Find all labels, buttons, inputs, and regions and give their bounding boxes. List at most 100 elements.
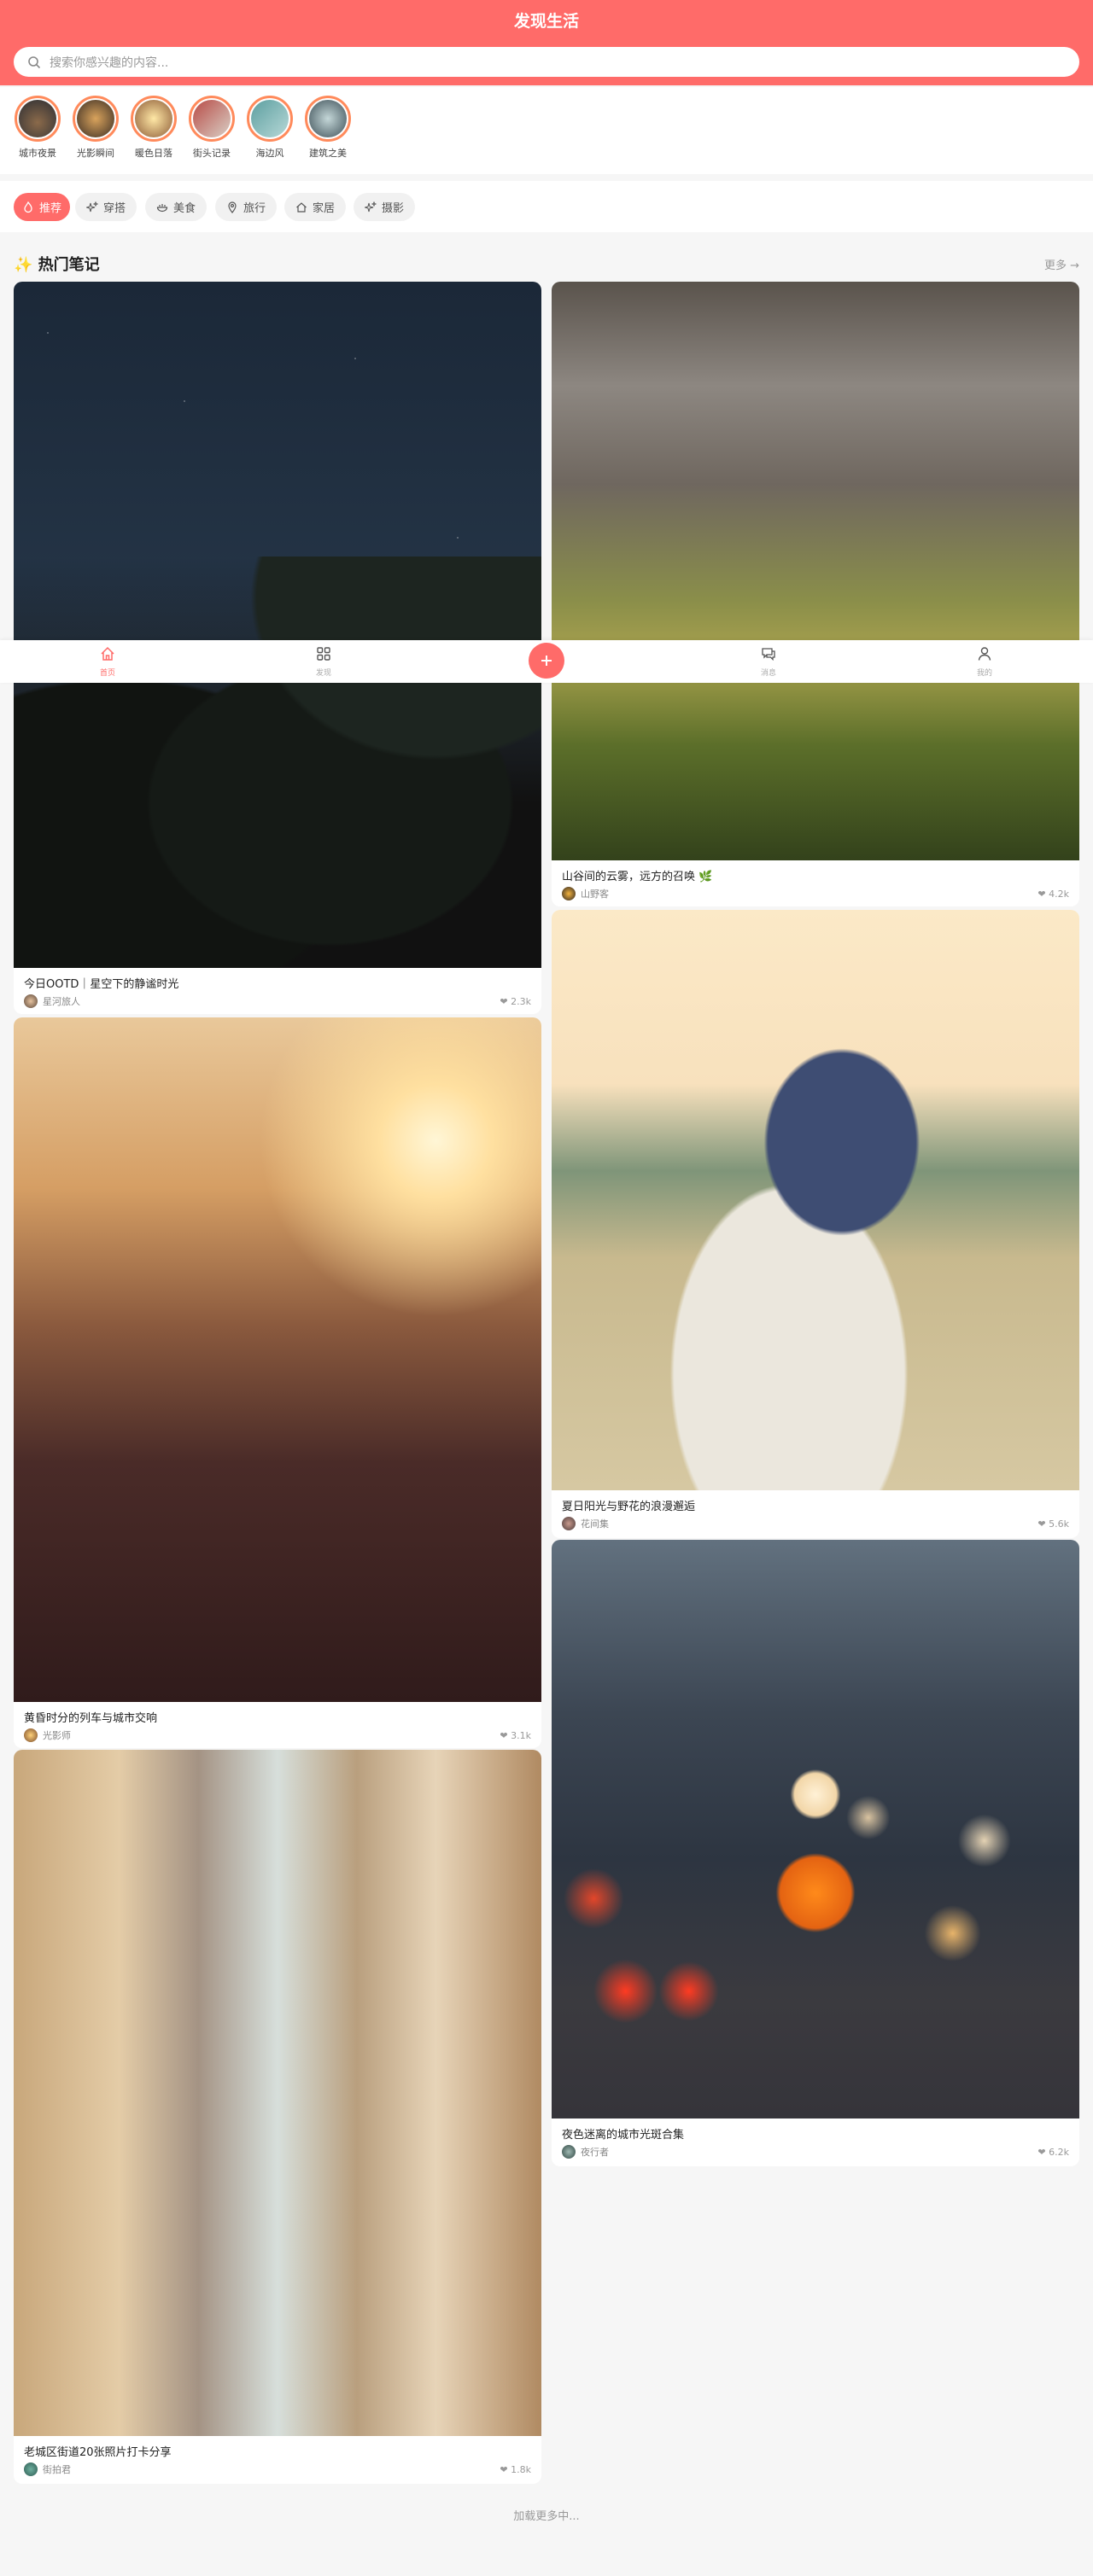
card-image[interactable] bbox=[552, 1540, 1079, 2118]
nav-discover[interactable]: 发现 bbox=[289, 645, 358, 678]
sparkle-icon bbox=[364, 201, 377, 212]
card-image[interactable] bbox=[14, 282, 541, 968]
home-icon bbox=[101, 646, 114, 661]
author-name[interactable]: 山野客 bbox=[581, 887, 609, 900]
page-title: 发现生活 bbox=[513, 12, 579, 31]
like-count[interactable]: ❤ 4.2k bbox=[1037, 889, 1069, 900]
story-item[interactable]: 街头记录 bbox=[183, 96, 241, 160]
story-avatar[interactable] bbox=[15, 96, 61, 142]
fire-icon bbox=[24, 201, 32, 213]
author-avatar[interactable] bbox=[24, 994, 38, 1008]
story-avatar[interactable] bbox=[305, 96, 351, 142]
story-item[interactable]: 建筑之美 bbox=[299, 96, 357, 160]
tab-home[interactable]: 家居 bbox=[284, 193, 346, 221]
note-card[interactable]: 黄昏时分的列车与城市交响 光影师 ❤ 3.1k bbox=[14, 1017, 541, 1748]
story-avatar[interactable] bbox=[247, 96, 293, 142]
location-icon bbox=[228, 201, 237, 213]
card-image[interactable] bbox=[14, 1017, 541, 1702]
story-avatar[interactable] bbox=[73, 96, 119, 142]
load-more-text: 加载更多中... bbox=[513, 2510, 580, 2523]
nav-home[interactable]: 首页 bbox=[73, 645, 142, 678]
note-card[interactable]: 老城区街道20张照片打卡分享 街拍君 ❤ 1.8k bbox=[14, 1750, 541, 2484]
story-avatar[interactable] bbox=[131, 96, 177, 142]
note-card[interactable]: 夜色迷离的城市光斑合集 夜行者 ❤ 6.2k bbox=[552, 1540, 1079, 2166]
plus-icon bbox=[541, 656, 552, 666]
tab-photography[interactable]: 摄影 bbox=[354, 193, 415, 221]
like-count[interactable]: ❤ 6.2k bbox=[1037, 2147, 1069, 2158]
tab-label: 推荐 bbox=[38, 202, 61, 215]
author-avatar[interactable] bbox=[562, 2145, 576, 2159]
card-meta: 山野客 ❤ 4.2k bbox=[562, 886, 1069, 901]
author-name[interactable]: 夜行者 bbox=[581, 2145, 609, 2159]
card-title: 夏日阳光与野花的浪漫邂逅 bbox=[562, 1501, 696, 1513]
story-label: 建筑之美 bbox=[309, 148, 347, 159]
card-meta: 星河旅人 ❤ 2.3k bbox=[24, 994, 531, 1009]
like-count[interactable]: ❤ 1.8k bbox=[500, 2464, 531, 2475]
author-avatar[interactable] bbox=[24, 2462, 38, 2476]
like-count[interactable]: ❤ 3.1k bbox=[500, 1730, 531, 1741]
card-meta: 街拍君 ❤ 1.8k bbox=[24, 2462, 531, 2477]
search-input[interactable]: 搜索你感兴趣的内容... bbox=[50, 54, 168, 71]
tab-food[interactable]: 美食 bbox=[145, 193, 207, 221]
story-item[interactable]: 海边风 bbox=[241, 96, 299, 160]
section-title: ✨ 热门笔记 bbox=[14, 256, 100, 274]
story-item[interactable]: 暖色日落 bbox=[125, 96, 183, 160]
story-avatar[interactable] bbox=[189, 96, 235, 142]
tab-label: 旅行 bbox=[243, 202, 266, 215]
author-name[interactable]: 光影师 bbox=[43, 1728, 71, 1742]
card-meta: 光影师 ❤ 3.1k bbox=[24, 1728, 531, 1743]
tab-recommend[interactable]: 推荐 bbox=[14, 193, 70, 221]
story-label: 海边风 bbox=[255, 148, 284, 159]
author-name[interactable]: 街拍君 bbox=[43, 2462, 71, 2476]
card-meta: 夜行者 ❤ 6.2k bbox=[562, 2144, 1069, 2159]
home-icon bbox=[296, 201, 307, 213]
tab-label: 美食 bbox=[172, 202, 196, 215]
category-bar: 推荐 穿搭 美食 旅行 家居 摄影 bbox=[0, 181, 1093, 232]
tab-label: 穿搭 bbox=[102, 202, 126, 215]
story-label: 暖色日落 bbox=[135, 148, 172, 159]
story-label: 光影瞬间 bbox=[77, 148, 114, 159]
nav-messages[interactable]: 消息 bbox=[734, 645, 803, 678]
like-count[interactable]: ❤ 5.6k bbox=[1037, 1518, 1069, 1530]
author-avatar[interactable] bbox=[24, 1728, 38, 1742]
sparkle-icon bbox=[85, 201, 98, 212]
app-header: 发现生活 搜索你感兴趣的内容... bbox=[0, 0, 1093, 85]
nav-label: 首页 bbox=[99, 669, 115, 678]
card-title: 今日OOTD｜星空下的静谧时光 bbox=[24, 978, 179, 991]
note-card[interactable]: 夏日阳光与野花的浪漫邂逅 花间集 ❤ 5.6k bbox=[552, 910, 1079, 1538]
search-icon bbox=[28, 55, 41, 68]
author-avatar[interactable] bbox=[562, 1517, 576, 1530]
card-image[interactable] bbox=[552, 910, 1079, 1490]
note-card[interactable]: 山谷间的云雾，远方的召唤 🌿 山野客 ❤ 4.2k bbox=[552, 282, 1079, 906]
card-title: 夜色迷离的城市光斑合集 bbox=[562, 2129, 685, 2142]
author-name[interactable]: 花间集 bbox=[581, 1517, 609, 1530]
nav-label: 发现 bbox=[315, 669, 331, 678]
more-link[interactable]: 更多 → bbox=[1044, 256, 1079, 272]
user-icon bbox=[978, 647, 991, 661]
author-name[interactable]: 星河旅人 bbox=[43, 994, 80, 1008]
card-meta: 花间集 ❤ 5.6k bbox=[562, 1516, 1069, 1531]
card-title: 山谷间的云雾，远方的召唤 🌿 bbox=[562, 871, 713, 883]
grid-icon bbox=[317, 647, 330, 661]
tab-label: 家居 bbox=[312, 202, 335, 215]
card-image[interactable] bbox=[552, 282, 1079, 860]
story-item[interactable]: 光影瞬间 bbox=[67, 96, 125, 160]
tab-label: 摄影 bbox=[381, 202, 404, 215]
tab-travel[interactable]: 旅行 bbox=[215, 193, 277, 221]
nav-profile[interactable]: 我的 bbox=[950, 645, 1019, 678]
story-item[interactable]: 城市夜景 bbox=[9, 96, 67, 160]
card-title: 老城区街道20张照片打卡分享 bbox=[24, 2446, 172, 2459]
bowl-icon bbox=[156, 203, 168, 212]
search-bar[interactable]: 搜索你感兴趣的内容... bbox=[14, 47, 1079, 77]
stories-row: 城市夜景 光影瞬间 暖色日落 街头记录 海边风 建筑之美 bbox=[0, 87, 1093, 174]
bottom-nav: 首页 发现 消息 我的 bbox=[0, 640, 1093, 683]
story-label: 街头记录 bbox=[193, 148, 231, 159]
author-avatar[interactable] bbox=[562, 887, 576, 900]
nav-label: 消息 bbox=[760, 669, 776, 678]
tab-outfit[interactable]: 穿搭 bbox=[75, 193, 137, 221]
like-count[interactable]: ❤ 2.3k bbox=[500, 996, 531, 1007]
add-post-button[interactable] bbox=[529, 643, 564, 679]
story-label: 城市夜景 bbox=[19, 148, 56, 159]
card-title: 黄昏时分的列车与城市交响 bbox=[24, 1712, 158, 1725]
card-image[interactable] bbox=[14, 1750, 541, 2436]
